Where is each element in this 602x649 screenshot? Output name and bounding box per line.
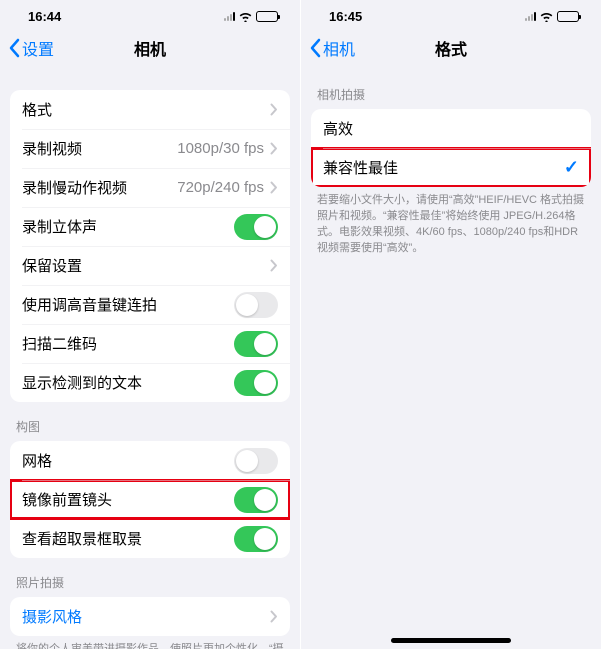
settings-group-main: 格式录制视频1080p/30 fps录制慢动作视频720p/240 fps录制立… bbox=[10, 90, 290, 402]
toggle-switch[interactable] bbox=[234, 292, 278, 318]
row-detail: 720p/240 fps bbox=[177, 179, 264, 196]
status-indicators bbox=[525, 11, 579, 22]
back-button[interactable]: 设置 bbox=[0, 36, 54, 60]
format-options-group: 高效兼容性最佳✓ bbox=[311, 109, 591, 187]
chevron-right-icon bbox=[270, 610, 278, 623]
settings-group-photo-capture: 摄影风格 bbox=[10, 597, 290, 636]
row-label: 兼容性最佳 bbox=[323, 157, 564, 178]
settings-row[interactable]: 网格 bbox=[10, 441, 290, 480]
toggle-switch[interactable] bbox=[234, 526, 278, 552]
status-bar: 16:45 bbox=[301, 6, 601, 26]
settings-row[interactable]: 扫描二维码 bbox=[10, 324, 290, 363]
settings-row[interactable]: 摄影风格 bbox=[10, 597, 290, 636]
back-button[interactable]: 相机 bbox=[301, 36, 355, 60]
cellular-icon bbox=[224, 12, 235, 21]
row-label: 保留设置 bbox=[22, 255, 270, 276]
row-label: 录制视频 bbox=[22, 138, 177, 159]
settings-row[interactable]: 镜像前置镜头 bbox=[10, 480, 290, 519]
row-label: 摄影风格 bbox=[22, 606, 270, 627]
formats-footer: 若要缩小文件大小，请使用“高效”HEIF/HEVC 格式拍摄照片和视频。“兼容性… bbox=[301, 187, 601, 257]
battery-icon bbox=[557, 11, 579, 22]
home-indicator[interactable] bbox=[391, 638, 511, 643]
chevron-right-icon bbox=[270, 181, 278, 194]
settings-group-composition: 网格镜像前置镜头查看超取景框取景 bbox=[10, 441, 290, 558]
wifi-icon bbox=[539, 11, 554, 22]
status-time: 16:44 bbox=[28, 9, 61, 24]
nav-bar: 相机 格式 bbox=[301, 26, 601, 70]
wifi-icon bbox=[238, 11, 253, 22]
nav-bar: 设置 相机 bbox=[0, 26, 300, 70]
row-label: 显示检测到的文本 bbox=[22, 372, 234, 393]
settings-row[interactable]: 显示检测到的文本 bbox=[10, 363, 290, 402]
settings-row[interactable]: 格式 bbox=[10, 90, 290, 129]
chevron-left-icon bbox=[8, 38, 20, 58]
format-option-row[interactable]: 高效 bbox=[311, 109, 591, 148]
back-label: 相机 bbox=[323, 36, 355, 60]
photo-styles-footer: 将你的个人审美带进摄影作品，使照片更加个性化。“摄影风格”使用先进的场景理解技术… bbox=[0, 636, 300, 649]
chevron-right-icon bbox=[270, 142, 278, 155]
camera-settings-screen: 16:44 设置 相机 格式录制视频1080p/30 fps录制慢动作视频720… bbox=[0, 0, 301, 649]
chevron-right-icon bbox=[270, 259, 278, 272]
settings-row[interactable]: 查看超取景框取景 bbox=[10, 519, 290, 558]
toggle-switch[interactable] bbox=[234, 448, 278, 474]
settings-scroll[interactable]: 格式录制视频1080p/30 fps录制慢动作视频720p/240 fps录制立… bbox=[0, 70, 300, 649]
settings-row[interactable]: 录制立体声 bbox=[10, 207, 290, 246]
row-label: 格式 bbox=[22, 99, 270, 120]
formats-scroll[interactable]: 相机拍摄 高效兼容性最佳✓ 若要缩小文件大小，请使用“高效”HEIF/HEVC … bbox=[301, 70, 601, 649]
status-indicators bbox=[224, 11, 278, 22]
row-label: 使用调高音量键连拍 bbox=[22, 294, 234, 315]
format-option-row[interactable]: 兼容性最佳✓ bbox=[311, 148, 591, 187]
settings-row[interactable]: 保留设置 bbox=[10, 246, 290, 285]
chevron-right-icon bbox=[270, 103, 278, 116]
status-bar: 16:44 bbox=[0, 6, 300, 26]
group-header-camera-capture: 相机拍摄 bbox=[301, 70, 601, 109]
row-label: 镜像前置镜头 bbox=[22, 489, 234, 510]
toggle-switch[interactable] bbox=[234, 214, 278, 240]
formats-screen: 16:45 相机 格式 相机拍摄 高效兼容性最佳✓ 若要缩小文件大小，请使用“高… bbox=[301, 0, 602, 649]
status-time: 16:45 bbox=[329, 9, 362, 24]
toggle-switch[interactable] bbox=[234, 487, 278, 513]
checkmark-icon: ✓ bbox=[564, 157, 579, 178]
battery-icon bbox=[256, 11, 278, 22]
back-label: 设置 bbox=[22, 36, 54, 60]
settings-row[interactable]: 录制慢动作视频720p/240 fps bbox=[10, 168, 290, 207]
row-label: 录制立体声 bbox=[22, 216, 234, 237]
group-header-composition: 构图 bbox=[0, 402, 300, 441]
row-label: 扫描二维码 bbox=[22, 333, 234, 354]
row-label: 高效 bbox=[323, 118, 579, 139]
group-header-photo-capture: 照片拍摄 bbox=[0, 558, 300, 597]
toggle-switch[interactable] bbox=[234, 370, 278, 396]
row-label: 网格 bbox=[22, 450, 234, 471]
settings-row[interactable]: 录制视频1080p/30 fps bbox=[10, 129, 290, 168]
row-label: 录制慢动作视频 bbox=[22, 177, 177, 198]
settings-row[interactable]: 使用调高音量键连拍 bbox=[10, 285, 290, 324]
row-detail: 1080p/30 fps bbox=[177, 140, 264, 157]
toggle-switch[interactable] bbox=[234, 331, 278, 357]
chevron-left-icon bbox=[309, 38, 321, 58]
cellular-icon bbox=[525, 12, 536, 21]
row-label: 查看超取景框取景 bbox=[22, 528, 234, 549]
